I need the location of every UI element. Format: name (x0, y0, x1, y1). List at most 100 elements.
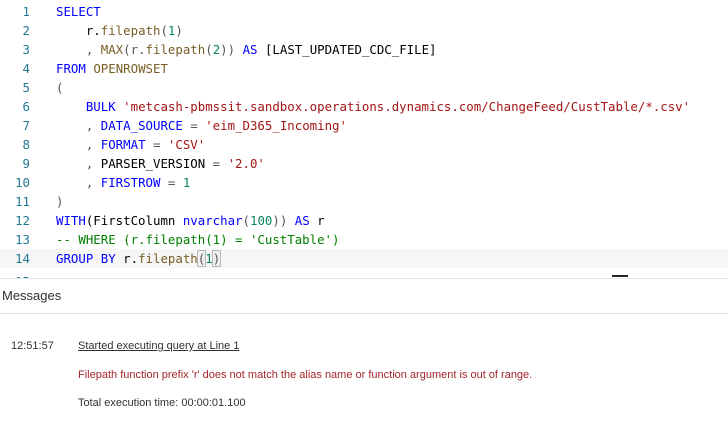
line-number: 12 (15, 213, 30, 228)
code-token: 'CSV' (167, 137, 206, 152)
code-token: ) (211, 250, 222, 267)
code-token: ( (205, 42, 213, 57)
code-token: DATA_SOURCE (100, 118, 183, 133)
code-text: -- WHERE (r.filepath(1) = 'CustTable') (56, 230, 339, 249)
execution-time: Total execution time: 00:00:01.100 (78, 397, 246, 409)
code-text: GROUP BY r.filepath(1) (56, 249, 222, 268)
code-line[interactable]: 4 FROM OPENROWSET (0, 59, 728, 78)
code-line[interactable]: 9 , PARSER_VERSION = '2.0' (0, 154, 728, 173)
code-text: BULK 'metcash-pbmssit.sandbox.operations… (56, 97, 690, 116)
code-token: r. (56, 23, 101, 38)
code-token: = (205, 156, 228, 171)
line-number: 13 (15, 232, 30, 247)
error-message: Filepath function prefix 'r' does not ma… (78, 369, 533, 381)
code-token: ( (56, 80, 64, 95)
message-timestamp: 12:51:57 (11, 340, 54, 352)
code-token: [LAST_UPDATED_CDC_FILE] (257, 42, 437, 57)
code-token: filepath (100, 23, 161, 38)
code-text: , PARSER_VERSION = '2.0' (56, 154, 265, 173)
code-text: , MAX(r.filepath(2)) AS [LAST_UPDATED_CD… (56, 40, 437, 59)
line-number: 8 (22, 137, 30, 152)
code-token: MAX (100, 42, 124, 57)
code-token: r (309, 213, 325, 228)
code-token: = (145, 137, 168, 152)
code-text: , FORMAT = 'CSV' (56, 135, 205, 154)
code-token: WITH (56, 213, 86, 228)
code-text: ( (56, 78, 63, 97)
code-token: ) (56, 194, 64, 209)
code-token: = (160, 175, 183, 190)
code-token: PARSER_VERSION (100, 156, 206, 171)
code-token: nvarchar (182, 213, 243, 228)
minimize-handle[interactable] (612, 275, 628, 277)
code-token: 'eim_D365_Incoming' (205, 118, 347, 133)
code-text: FROM OPENROWSET (56, 59, 168, 78)
code-line[interactable]: 14 GROUP BY r.filepath(1) (0, 249, 728, 268)
code-token: , (56, 156, 101, 171)
line-number: 6 (22, 99, 30, 114)
code-line[interactable]: 7 , DATA_SOURCE = 'eim_D365_Incoming' (0, 116, 728, 135)
code-token: SELECT (56, 4, 101, 19)
code-token: , (56, 42, 101, 57)
code-line[interactable]: 11) (0, 192, 728, 211)
code-token: AS (294, 213, 310, 228)
code-line[interactable]: 2 r.filepath(1) (0, 21, 728, 40)
code-token: filepath (145, 42, 206, 57)
query-editor[interactable]: 1 SELECT 2 r.filepath(1) 3 , MAX(r.filepath… (0, 0, 728, 279)
code-token: )) (220, 42, 243, 57)
line-number: 4 (22, 61, 30, 76)
line-number: 7 (22, 118, 30, 133)
code-token: -- WHERE (r.filepath(1) = 'CustTable') (56, 232, 340, 247)
code-token: filepath (138, 251, 198, 266)
code-text: SELECT (56, 2, 101, 21)
code-line[interactable]: 3 , MAX(r.filepath(2)) AS [LAST_UPDATED_… (0, 40, 728, 59)
code-token: )) (272, 213, 295, 228)
query-start-link[interactable]: Started executing query at Line 1 (78, 340, 239, 352)
line-number: 10 (15, 175, 30, 190)
line-number: 11 (15, 194, 30, 209)
code-token: 100 (249, 213, 273, 228)
code-token: (FirstColumn (85, 213, 183, 228)
code-token: AS (242, 42, 258, 57)
code-text: r.filepath(1) (56, 21, 183, 40)
code-line[interactable]: 5( (0, 78, 728, 97)
code-token: FORMAT (100, 137, 146, 152)
code-line[interactable]: 10 , FIRSTROW = 1 (0, 173, 728, 192)
code-token: r. (115, 251, 139, 266)
code-token: OPENROWSET (93, 61, 168, 76)
code-token: GROUP BY (56, 251, 116, 266)
code-line[interactable]: 1 SELECT (0, 2, 728, 21)
code-token: , (56, 137, 101, 152)
code-line[interactable]: 6 BULK 'metcash-pbmssit.sandbox.operatio… (0, 97, 728, 116)
code-token: (r. (123, 42, 146, 57)
code-text: , DATA_SOURCE = 'eim_D365_Incoming' (56, 116, 347, 135)
line-number: 5 (22, 80, 30, 95)
code-token: 1 (182, 175, 191, 190)
code-line[interactable]: 13 -- WHERE (r.filepath(1) = 'CustTable') (0, 230, 728, 249)
code-line[interactable]: 8 , FORMAT = 'CSV' (0, 135, 728, 154)
code-line[interactable]: 12 WITH(FirstColumn nvarchar(100)) AS r (0, 211, 728, 230)
line-number: 2 (22, 23, 30, 38)
line-number: 3 (22, 42, 30, 57)
line-number: 1 (22, 4, 30, 19)
code-token: ( (242, 213, 250, 228)
code-token: FROM (56, 61, 86, 76)
code-token: BULK (85, 99, 116, 114)
messages-tab[interactable]: Messages (2, 288, 61, 303)
code-text: WITH(FirstColumn nvarchar(100)) AS r (56, 211, 325, 230)
code-token: '2.0' (227, 156, 265, 171)
messages-panel-header: Messages (0, 279, 728, 314)
line-number: 15 (0, 272, 30, 278)
code-token: , (56, 175, 101, 190)
code-token: FIRSTROW (100, 175, 161, 190)
code-token: 'metcash-pbmssit.sandbox.operations.dyna… (123, 99, 691, 114)
code-text: ) (56, 192, 63, 211)
code-token: , (56, 118, 101, 133)
code-text: , FIRSTROW = 1 (56, 173, 190, 192)
code-token: = (182, 118, 206, 133)
code-token: ( (160, 23, 168, 38)
line-number: 9 (22, 156, 30, 171)
line-number: 14 (15, 251, 30, 266)
code-token: ) (175, 23, 183, 38)
